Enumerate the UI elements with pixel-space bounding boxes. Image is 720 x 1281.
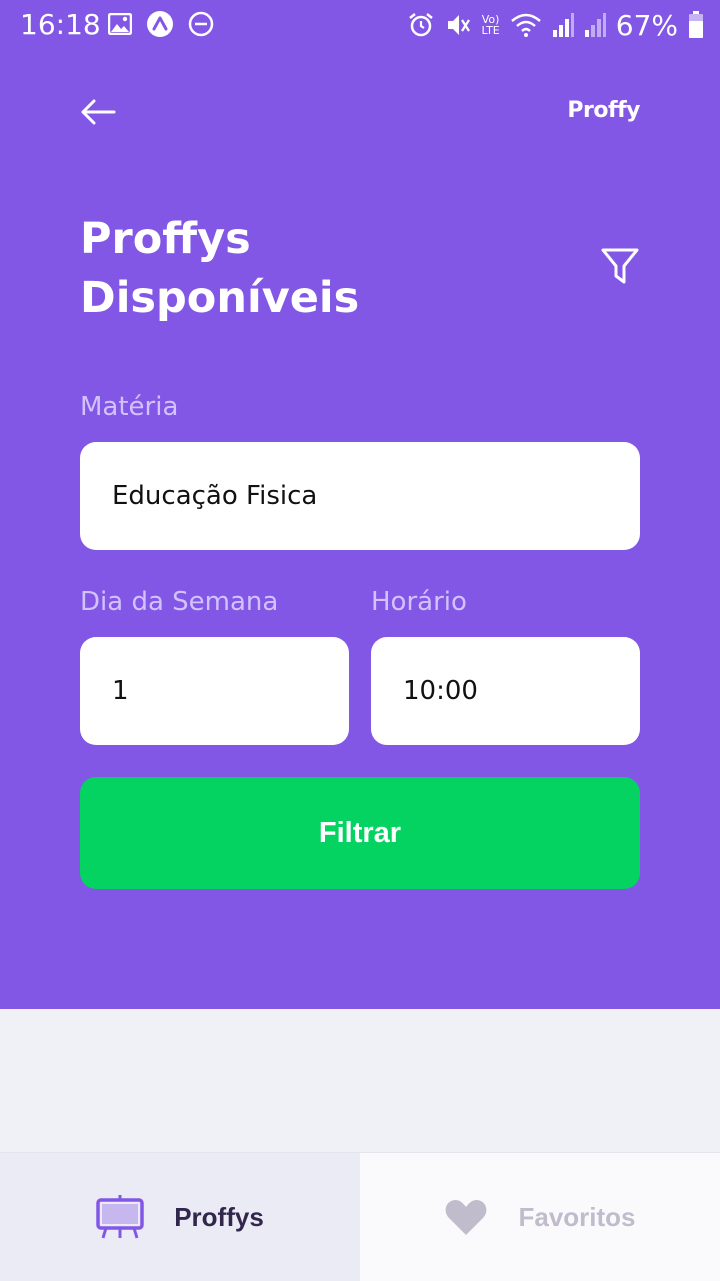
heart-icon [446, 1200, 487, 1235]
filter-icon[interactable] [600, 247, 640, 285]
signal-icon-sim1 [552, 13, 574, 37]
tab-favoritos-label: Favoritos [518, 1201, 636, 1232]
alarm-icon [409, 13, 434, 37]
status-time: 16:18 [20, 8, 101, 41]
battery-percentage: 67% [615, 8, 678, 42]
page-title: Proffys Disponíveis [80, 210, 500, 328]
status-bar: 16:18 Vo) LTE 67% [0, 0, 720, 50]
app-notification-icon [147, 11, 173, 37]
bottom-tab-bar: Proffys Favoritos [0, 1152, 720, 1281]
wifi-icon [510, 13, 541, 37]
subject-label: Matéria [80, 392, 179, 422]
subject-input[interactable]: Educação Fisica [80, 442, 640, 550]
easel-icon [96, 1195, 144, 1239]
tab-proffys-label: Proffys [174, 1201, 264, 1232]
back-arrow-icon[interactable] [80, 97, 116, 127]
filter-submit-button[interactable]: Filtrar [80, 777, 640, 889]
tab-proffys[interactable]: Proffys [0, 1153, 360, 1281]
page-title-line1: Proffys [80, 214, 251, 264]
weekday-input[interactable]: 1 [80, 637, 349, 745]
mute-icon [448, 15, 471, 35]
proffy-logo: Proffy [567, 98, 640, 123]
image-notification-icon [108, 13, 132, 35]
weekday-label: Dia da Semana [80, 587, 279, 617]
signal-icon-sim2 [584, 13, 606, 37]
page-title-line2: Disponíveis [80, 273, 360, 323]
tab-favoritos[interactable]: Favoritos [360, 1153, 720, 1281]
time-input[interactable]: 10:00 [371, 637, 640, 745]
time-label: Horário [371, 587, 467, 617]
do-not-disturb-icon [188, 11, 214, 37]
volte-indicator: Vo) LTE [481, 13, 500, 37]
battery-icon [689, 11, 703, 38]
